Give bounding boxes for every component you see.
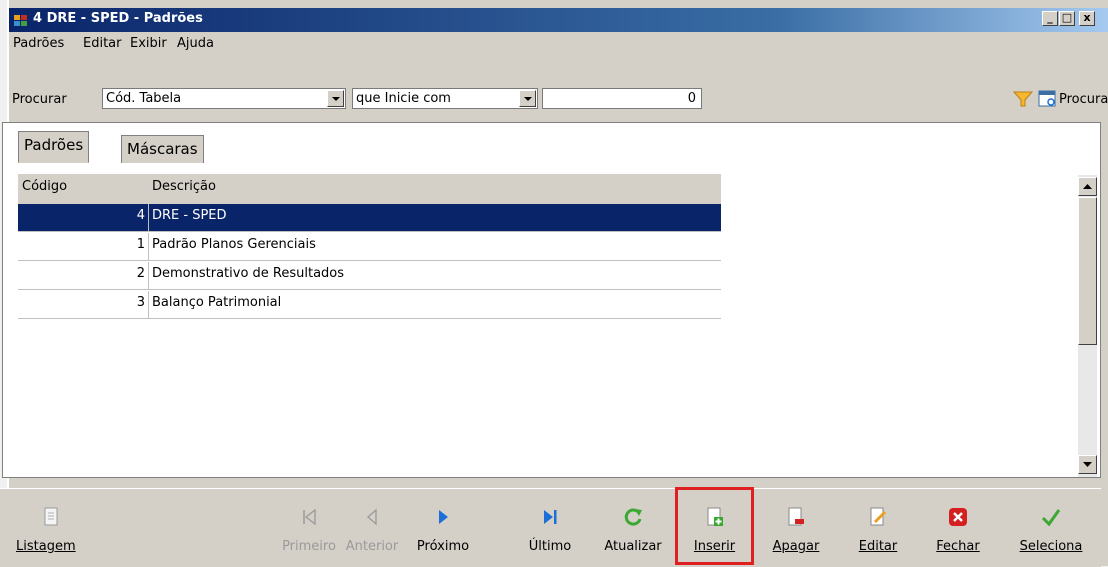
editar-label: Editar xyxy=(858,539,898,554)
document-list-icon xyxy=(44,507,58,526)
search-input-value: 0 xyxy=(687,91,696,106)
fechar-label: Fechar xyxy=(936,539,980,554)
title-bar[interactable]: 4 DRE - SPED - Padrões _ □ x xyxy=(9,8,1108,32)
primeiro-label: Primeiro xyxy=(282,539,336,554)
cell-divider xyxy=(148,233,149,260)
anterior-label: Anterior xyxy=(345,539,399,554)
proximo-button[interactable]: Próximo xyxy=(408,489,478,561)
editar-button[interactable]: Editar xyxy=(848,489,908,561)
search-field-select[interactable]: Cód. Tabela xyxy=(102,88,346,109)
seleciona-button[interactable]: Seleciona xyxy=(1008,489,1094,561)
search-input[interactable]: 0 xyxy=(542,88,702,109)
grid-header: Código Descrição xyxy=(18,174,721,204)
previous-record-icon xyxy=(367,508,377,526)
chevron-down-icon[interactable] xyxy=(519,90,536,107)
menu-ajuda[interactable]: Ajuda xyxy=(177,36,214,51)
column-header-codigo[interactable]: Código xyxy=(22,179,67,194)
search-field-value: Cód. Tabela xyxy=(106,91,182,106)
close-window-button[interactable]: x xyxy=(1079,11,1095,26)
table-row[interactable]: 1 Padrão Planos Gerenciais xyxy=(18,233,721,261)
anterior-button[interactable]: Anterior xyxy=(337,489,407,561)
proximo-label: Próximo xyxy=(416,539,470,554)
arrow-down-icon xyxy=(1083,462,1092,467)
next-record-icon xyxy=(439,510,448,524)
highlight-box xyxy=(675,487,754,565)
search-condition-value: que Inicie com xyxy=(356,91,451,106)
search-button[interactable]: Procurar xyxy=(1059,92,1108,107)
minimize-button[interactable]: _ xyxy=(1042,11,1058,26)
search-window-icon[interactable] xyxy=(1038,89,1058,109)
search-label: Procurar xyxy=(12,92,67,107)
apagar-label: Apagar xyxy=(772,539,820,554)
ultimo-button[interactable]: Último xyxy=(520,489,580,561)
cell-codigo: 4 xyxy=(136,208,145,223)
cell-divider xyxy=(148,291,149,318)
first-record-icon xyxy=(303,508,316,526)
vertical-scrollbar[interactable] xyxy=(1078,175,1097,477)
menu-editar[interactable]: Editar xyxy=(83,36,122,51)
last-record-icon xyxy=(544,510,557,524)
maximize-button[interactable]: □ xyxy=(1059,11,1075,26)
listagem-label: Listagem xyxy=(16,539,76,554)
close-icon xyxy=(949,508,967,526)
menu-padroes[interactable]: Padrões xyxy=(13,36,64,51)
window-title: 4 DRE - SPED - Padrões xyxy=(33,11,203,26)
table-row[interactable]: 2 Demonstrativo de Resultados xyxy=(18,262,721,290)
seleciona-label: Seleciona xyxy=(1019,539,1083,554)
atualizar-label: Atualizar xyxy=(604,539,662,554)
app-icon xyxy=(14,15,27,26)
listagem-button[interactable]: Listagem xyxy=(16,489,86,561)
check-icon xyxy=(1041,509,1061,527)
cell-descricao: Demonstrativo de Resultados xyxy=(152,266,345,281)
cell-codigo: 1 xyxy=(136,237,145,252)
cell-codigo: 3 xyxy=(136,295,145,310)
cell-divider xyxy=(148,262,149,289)
delete-document-icon xyxy=(788,507,804,526)
cell-divider xyxy=(148,204,149,231)
search-condition-select[interactable]: que Inicie com xyxy=(352,88,538,109)
tab-padroes[interactable]: Padrões xyxy=(18,131,90,163)
cell-descricao: Padrão Planos Gerenciais xyxy=(152,237,316,252)
apagar-button[interactable]: Apagar xyxy=(760,489,832,561)
arrow-up-icon xyxy=(1083,184,1092,189)
tab-mascaras[interactable]: Máscaras xyxy=(121,135,204,163)
fechar-button[interactable]: Fechar xyxy=(928,489,988,561)
ultimo-label: Último xyxy=(528,539,572,554)
table-row[interactable]: 4 DRE - SPED xyxy=(18,204,721,232)
primeiro-button[interactable]: Primeiro xyxy=(274,489,344,561)
scroll-thumb[interactable] xyxy=(1078,197,1097,345)
cell-codigo: 2 xyxy=(136,266,145,281)
table-row[interactable]: 3 Balanço Patrimonial xyxy=(18,291,721,319)
action-toolbar: Listagem Primeiro Anterior Próximo Últim… xyxy=(0,488,1101,567)
cell-descricao: Balanço Patrimonial xyxy=(152,295,282,310)
filter-icon[interactable] xyxy=(1012,90,1034,108)
column-header-descricao[interactable]: Descrição xyxy=(152,179,216,194)
edit-document-icon xyxy=(870,507,887,526)
menu-exibir[interactable]: Exibir xyxy=(130,36,167,51)
scroll-down-button[interactable] xyxy=(1078,455,1097,474)
atualizar-button[interactable]: Atualizar xyxy=(594,489,672,561)
chevron-down-icon[interactable] xyxy=(327,90,344,107)
cell-descricao: DRE - SPED xyxy=(152,208,227,223)
refresh-icon xyxy=(624,508,642,526)
scroll-up-button[interactable] xyxy=(1078,177,1097,196)
